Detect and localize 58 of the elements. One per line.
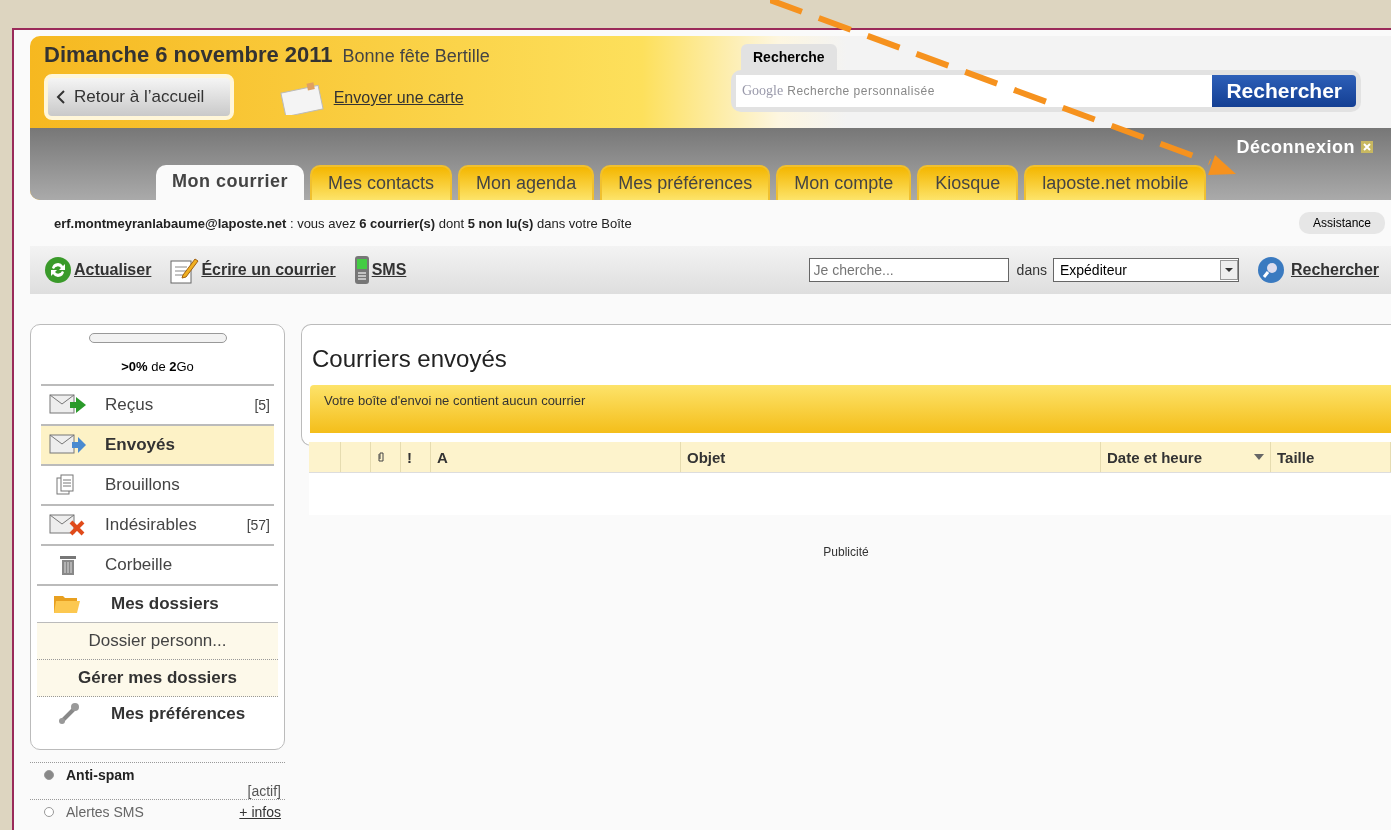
page-title: Courriers envoyés — [312, 345, 508, 373]
paperclip-icon — [377, 451, 385, 463]
account-summary: erf.montmeyranlabaume@laposte.net : vous avez 6 courrier(s) dont 5 non lu(s) dans votre Boîte — [54, 215, 632, 231]
in-label: dans — [1016, 262, 1047, 278]
back-home-button[interactable]: Retour à l’accueil — [44, 74, 234, 120]
envelope-icon — [49, 434, 87, 456]
folder-item[interactable]: Envoyés — [41, 424, 274, 464]
wrench-icon — [57, 702, 81, 726]
option-status: [actif] — [247, 783, 281, 799]
logout-link[interactable]: Déconnexion — [1236, 136, 1355, 158]
search-placeholder: Recherche personnalisée — [787, 84, 935, 98]
search-icon[interactable] — [1256, 256, 1285, 284]
storage-text: >0% de 2Go — [120, 359, 195, 374]
column-header[interactable]: ! — [401, 442, 431, 472]
chevron-left-icon — [56, 89, 66, 105]
preferences-link[interactable]: Mes préférences — [41, 697, 274, 731]
toolbar-link[interactable]: Actualiser — [74, 261, 152, 279]
nav-tab[interactable]: Kiosque — [917, 165, 1019, 200]
more-info-link[interactable]: + infos — [239, 804, 281, 820]
column-header[interactable]: A — [431, 442, 681, 472]
nav-tab[interactable]: Mes préférences — [600, 165, 771, 200]
option-label: Alertes SMS — [66, 804, 144, 820]
refresh-icon — [44, 256, 72, 284]
search-field-dropdown[interactable]: Expéditeur — [1052, 258, 1239, 282]
date-text: Dimanche 6 novembre 2011 — [44, 42, 333, 68]
close-icon[interactable] — [1361, 141, 1373, 153]
envelope-icon — [49, 514, 87, 536]
search-link[interactable]: Rechercher — [1290, 261, 1379, 279]
column-header[interactable]: Date et heure — [1101, 442, 1271, 472]
option-label: Anti-spam — [66, 767, 135, 783]
mail-search-field[interactable]: Je cherche... — [808, 258, 1009, 282]
nav-tab[interactable]: Mes contacts — [310, 165, 453, 200]
column-header[interactable]: Objet — [681, 442, 1101, 472]
nav-tab[interactable]: Mon courrier — [156, 165, 304, 200]
nav-tab[interactable]: Mon compte — [776, 165, 912, 200]
folder-icon — [53, 594, 81, 614]
folder-item[interactable]: Corbeille — [41, 544, 274, 584]
search-button[interactable]: Rechercher — [1212, 75, 1356, 107]
nav-tab[interactable]: laposte.net mobile — [1024, 165, 1207, 200]
column-header[interactable]: Taille — [1271, 442, 1391, 472]
folder-item[interactable]: Dossier personn... — [37, 623, 278, 660]
toolbar-link[interactable]: SMS — [371, 261, 407, 279]
toolbar-link[interactable]: Écrire un courrier — [201, 261, 336, 279]
folder-item[interactable]: Indésirables [57] — [41, 504, 274, 544]
name-day-text: Bonne fête Bertille — [342, 46, 490, 67]
search-tab[interactable]: Recherche — [741, 44, 837, 70]
assistance-button[interactable]: Assistance — [1298, 212, 1385, 234]
search-provider-logo: Google — [742, 83, 784, 99]
sort-caret-icon — [1254, 454, 1264, 460]
mobile-phone-icon — [353, 255, 370, 285]
send-card-link[interactable]: Envoyer une carte — [333, 89, 464, 107]
ad-label: Publicité — [823, 545, 869, 559]
manage-folders-link[interactable]: Gérer mes dossiers — [37, 660, 278, 697]
folder-item[interactable]: Brouillons — [41, 464, 274, 504]
envelope-icon — [49, 394, 87, 416]
search-field[interactable]: Google Recherche personnalisée — [736, 75, 1213, 107]
empty-notice: Votre boîte d'envoi ne contient aucun courrier — [310, 385, 1391, 433]
nav-tab[interactable]: Mon agenda — [458, 165, 595, 200]
